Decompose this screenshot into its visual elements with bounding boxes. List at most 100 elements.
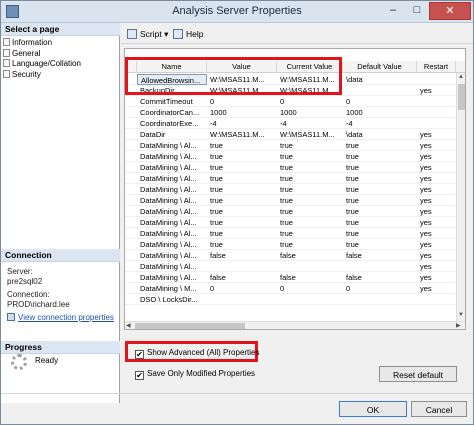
table-cell[interactable]: true — [207, 206, 277, 217]
table-cell[interactable] — [417, 74, 455, 85]
table-cell[interactable]: -4 — [207, 118, 277, 129]
table-cell[interactable]: DataMining \ Al... — [137, 261, 207, 272]
column-header-restart[interactable]: Restart — [417, 61, 456, 73]
table-cell[interactable]: yes — [417, 85, 455, 96]
table-row[interactable]: CommitTimeout 0 0 0 — [125, 96, 455, 107]
table-cell[interactable]: false — [207, 250, 277, 261]
reset-default-button[interactable]: Reset default — [379, 366, 457, 382]
view-connection-properties-link[interactable]: View connection properties — [7, 313, 119, 323]
table-cell[interactable]: true — [207, 217, 277, 228]
table-cell[interactable]: W:\MSAS11.M... — [207, 129, 277, 140]
script-button[interactable]: Script ▾ — [127, 28, 168, 40]
table-cell[interactable]: \data — [343, 74, 417, 85]
table-cell[interactable]: DataDir — [137, 129, 207, 140]
table-cell[interactable]: 0 — [277, 283, 343, 294]
table-row[interactable]: DataMining \ Al... false false false yes — [125, 272, 455, 283]
table-cell[interactable] — [417, 294, 455, 305]
ok-button[interactable]: OK — [339, 401, 407, 417]
table-cell[interactable]: true — [343, 239, 417, 250]
help-button[interactable]: Help — [173, 28, 203, 40]
table-row[interactable]: CoordinatorCan... 1000 1000 1000 — [125, 107, 455, 118]
table-cell[interactable]: yes — [417, 162, 455, 173]
table-cell[interactable]: DataMining \ M... — [137, 283, 207, 294]
maximize-icon[interactable]: □ — [405, 2, 429, 20]
table-cell[interactable]: true — [343, 173, 417, 184]
table-cell[interactable]: 1000 — [277, 107, 343, 118]
table-cell[interactable]: 1000 — [343, 107, 417, 118]
table-cell[interactable]: true — [277, 217, 343, 228]
table-cell[interactable]: true — [207, 239, 277, 250]
table-row[interactable]: DataMining \ Al... true true true yes — [125, 173, 455, 184]
table-cell[interactable]: true — [277, 162, 343, 173]
table-row[interactable]: DataMining \ Al... true true true yes — [125, 239, 455, 250]
table-cell[interactable]: true — [207, 151, 277, 162]
table-cell[interactable] — [207, 294, 277, 305]
table-cell[interactable] — [417, 107, 455, 118]
table-cell[interactable]: true — [343, 228, 417, 239]
table-cell[interactable]: 0 — [343, 283, 417, 294]
table-cell[interactable] — [343, 85, 417, 96]
save-only-modified-checkbox[interactable]: ✔ Save Only Modified Properties — [135, 368, 255, 380]
table-cell[interactable]: yes — [417, 195, 455, 206]
table-cell[interactable]: true — [343, 151, 417, 162]
table-cell[interactable]: true — [343, 162, 417, 173]
table-cell[interactable]: -4 — [277, 118, 343, 129]
table-cell[interactable]: CoordinatorCan... — [137, 107, 207, 118]
table-cell[interactable]: yes — [417, 228, 455, 239]
table-cell[interactable]: DSO \ LocksDir... — [137, 294, 207, 305]
page-item-information[interactable]: Information — [3, 38, 118, 49]
table-cell[interactable]: CoordinatorExe... — [137, 118, 207, 129]
table-cell[interactable]: yes — [417, 184, 455, 195]
table-cell[interactable] — [277, 261, 343, 272]
table-cell[interactable] — [417, 96, 455, 107]
table-row[interactable]: DataMining \ Al... yes — [125, 261, 455, 272]
table-row[interactable]: DataDir W:\MSAS11.M... W:\MSAS11.M... \data… — [125, 129, 455, 140]
table-cell[interactable] — [277, 294, 343, 305]
table-cell[interactable]: true — [343, 206, 417, 217]
table-cell[interactable]: true — [207, 195, 277, 206]
table-cell[interactable]: true — [277, 184, 343, 195]
cancel-button[interactable]: Cancel — [411, 401, 467, 417]
table-cell[interactable]: \data — [343, 129, 417, 140]
table-cell[interactable]: DataMining \ Al... — [137, 250, 207, 261]
table-cell[interactable]: false — [343, 272, 417, 283]
table-cell[interactable]: yes — [417, 250, 455, 261]
table-cell[interactable]: yes — [417, 272, 455, 283]
table-row[interactable]: DataMining \ Al... true true true yes — [125, 195, 455, 206]
table-row[interactable]: CoordinatorExe... -4 -4 -4 — [125, 118, 455, 129]
table-cell[interactable]: 0 — [343, 96, 417, 107]
table-cell[interactable]: true — [343, 195, 417, 206]
table-row[interactable]: DataMining \ Al... true true true yes — [125, 228, 455, 239]
table-cell[interactable]: yes — [417, 261, 455, 272]
horizontal-scrollbar[interactable]: ◀ ▶ — [125, 321, 465, 329]
table-cell[interactable]: DataMining \ Al... — [137, 140, 207, 151]
show-advanced-checkbox[interactable]: ✔ Show Advanced (All) Properties — [135, 347, 260, 359]
table-cell[interactable]: -4 — [343, 118, 417, 129]
table-cell[interactable]: true — [277, 195, 343, 206]
table-row[interactable]: DataMining \ Al... true true true yes — [125, 151, 455, 162]
table-cell[interactable]: true — [277, 206, 343, 217]
table-cell[interactable]: yes — [417, 239, 455, 250]
column-header-default-value[interactable]: Default Value — [343, 61, 417, 73]
table-row[interactable]: DataMining \ Al... true true true yes — [125, 206, 455, 217]
table-cell[interactable]: DataMining \ Al... — [137, 173, 207, 184]
scroll-right-icon[interactable]: ▶ — [456, 322, 461, 329]
table-cell[interactable]: DataMining \ Al... — [137, 184, 207, 195]
table-cell[interactable]: DataMining \ Al... — [137, 195, 207, 206]
table-row[interactable]: DataMining \ M... 0 0 0 yes — [125, 283, 455, 294]
table-cell[interactable]: DataMining \ Al... — [137, 272, 207, 283]
table-cell[interactable]: true — [207, 140, 277, 151]
table-row[interactable]: DataMining \ Al... true true true yes — [125, 184, 455, 195]
table-cell[interactable]: 1000 — [207, 107, 277, 118]
table-cell[interactable]: yes — [417, 217, 455, 228]
table-cell[interactable]: true — [277, 140, 343, 151]
page-item-language-collation[interactable]: Language/Collation — [3, 59, 118, 70]
table-cell[interactable]: yes — [417, 173, 455, 184]
table-cell[interactable]: true — [277, 151, 343, 162]
scroll-left-icon[interactable]: ◀ — [126, 322, 131, 329]
table-cell[interactable]: yes — [417, 151, 455, 162]
table-cell[interactable]: true — [343, 140, 417, 151]
table-cell[interactable] — [207, 261, 277, 272]
table-cell[interactable] — [417, 118, 455, 129]
table-cell[interactable]: yes — [417, 129, 455, 140]
